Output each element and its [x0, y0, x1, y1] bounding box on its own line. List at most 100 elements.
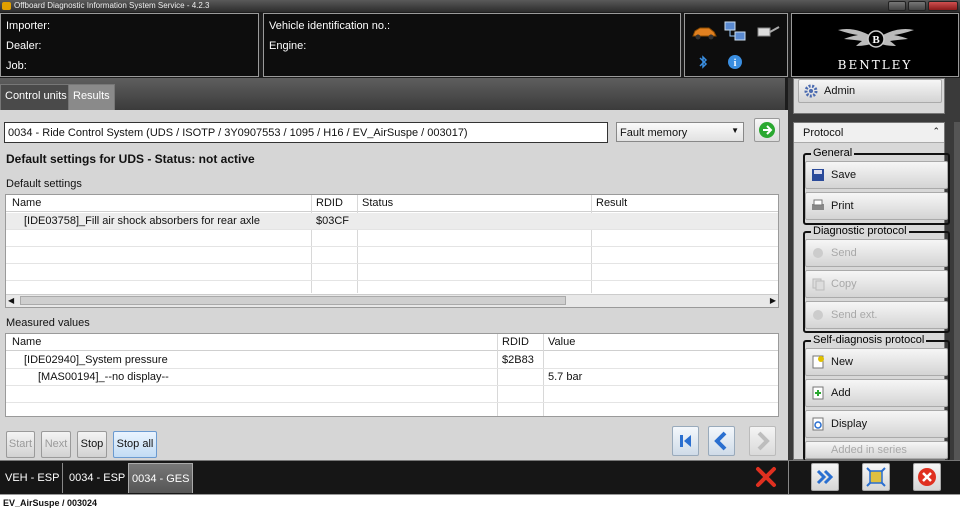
column-header-rdid: RDID	[316, 197, 343, 209]
print-label: Print	[831, 200, 854, 212]
control-unit-text: 0034 - Ride Control System (UDS / ISOTP …	[8, 127, 468, 139]
copy-button[interactable]: Copy	[805, 270, 948, 298]
new-document-icon	[812, 355, 824, 369]
tab-results[interactable]: Results	[68, 84, 115, 110]
protocol-header[interactable]: Protocol ⌃	[794, 123, 944, 143]
control-unit-field[interactable]: 0034 - Ride Control System (UDS / ISOTP …	[4, 122, 608, 143]
chevron-right-icon	[757, 431, 770, 451]
previous-button[interactable]	[708, 426, 735, 456]
default-settings-table: Name RDID Status Result [IDE03758]_Fill …	[5, 194, 779, 308]
svg-text:B: B	[872, 34, 880, 46]
arrow-right-icon	[759, 122, 775, 138]
connection-status-panel: i	[684, 13, 788, 77]
table-row[interactable]: [IDE02940]_System pressure $2B83	[6, 352, 778, 369]
window-close-button[interactable]	[928, 1, 958, 11]
display-button[interactable]: Display	[805, 410, 948, 438]
collapse-icon[interactable]: ⌃	[932, 126, 940, 137]
app-icon	[2, 2, 11, 10]
next-button[interactable]: Next	[41, 431, 71, 458]
save-button[interactable]: Save	[805, 161, 948, 189]
row-name: [IDE03758]_Fill air shock absorbers for …	[24, 215, 260, 227]
self-diagnosis-protocol-group: Self-diagnosis protocol New Add Display …	[803, 334, 950, 461]
results-panel: 0034 - Ride Control System (UDS / ISOTP …	[0, 110, 788, 460]
window-titlebar: Offboard Diagnostic Information System S…	[0, 0, 960, 12]
self-diag-group-title: Self-diagnosis protocol	[811, 334, 927, 346]
skip-first-icon	[680, 435, 691, 447]
chevron-down-icon: ▼	[731, 126, 739, 135]
importer-label: Importer:	[6, 20, 51, 32]
print-icon	[812, 199, 824, 210]
column-header-result: Result	[596, 197, 628, 209]
row-value: 5.7 bar	[548, 371, 583, 383]
bottom-tab-bar: VEH - ESP 0034 - ESP 0034 - GES	[0, 460, 960, 495]
status-bar: EV_AirSuspe / 003024	[0, 494, 960, 512]
admin-button[interactable]: Admin	[798, 79, 942, 103]
row-rdid: $2B83	[502, 354, 534, 366]
stop-button[interactable]: Stop	[77, 431, 107, 458]
display-icon	[812, 417, 824, 431]
diagnostic-plug-icon	[757, 26, 780, 37]
print-button[interactable]: Print	[805, 192, 948, 220]
right-side-panel: Admin Protocol ⌃ General Save Print Diag…	[788, 78, 960, 461]
close-session-icon[interactable]	[755, 466, 777, 488]
tab-0034-ges[interactable]: 0034 - GES	[128, 463, 194, 493]
table-header: Name RDID Status Result	[6, 195, 778, 212]
scrollbar-thumb[interactable]	[20, 296, 566, 305]
maximize-button[interactable]	[908, 1, 926, 11]
table-row[interactable]: [MAS00194]_--no display-- 5.7 bar	[6, 369, 778, 386]
vehicle-info-panel: Vehicle identification no.: Engine:	[263, 13, 681, 77]
tab-veh-esp[interactable]: VEH - ESP	[2, 463, 64, 493]
tab-0034-esp[interactable]: 0034 - ESP	[66, 463, 130, 493]
start-button[interactable]: Start	[6, 431, 35, 458]
display-label: Display	[831, 418, 868, 430]
send-icon	[813, 248, 823, 258]
mode-select-value: Fault memory	[620, 127, 688, 139]
forward-button[interactable]	[811, 463, 839, 491]
added-in-series-label: Added in series	[831, 444, 907, 456]
window-title: Offboard Diagnostic Information System S…	[14, 1, 210, 10]
column-header-status: Status	[362, 197, 394, 209]
new-button[interactable]: New	[805, 348, 948, 376]
save-icon	[812, 169, 824, 181]
add-button[interactable]: Add	[805, 379, 948, 407]
send-ext-button[interactable]: Send ext.	[805, 301, 948, 329]
minimize-button[interactable]	[888, 1, 906, 11]
exit-button[interactable]	[913, 463, 941, 491]
gear-icon	[804, 84, 818, 98]
default-settings-label: Default settings	[6, 178, 82, 190]
added-in-series-button[interactable]: Added in series	[805, 441, 948, 459]
row-name: [MAS00194]_--no display--	[38, 371, 169, 383]
network-computer-icon	[724, 21, 746, 41]
new-label: New	[831, 356, 854, 368]
fit-screen-button[interactable]	[862, 463, 890, 491]
brand-logo-panel: B BENTLEY	[791, 13, 959, 77]
next-page-button[interactable]	[749, 426, 776, 456]
tab-control-units[interactable]: Control units	[0, 84, 72, 110]
send-ext-icon	[813, 310, 823, 320]
horizontal-scrollbar[interactable]: ◀ ▶	[6, 294, 778, 307]
table-row[interactable]: [IDE03758]_Fill air shock absorbers for …	[6, 213, 778, 230]
send-label: Send	[831, 247, 857, 259]
first-page-button[interactable]	[672, 426, 699, 456]
table-header: Name RDID Value	[6, 334, 778, 351]
admin-section: Admin	[793, 78, 945, 114]
general-group-title: General	[811, 147, 855, 159]
scroll-right-icon[interactable]: ▶	[770, 296, 776, 305]
protocol-title: Protocol	[803, 127, 844, 139]
send-button[interactable]: Send	[805, 239, 948, 267]
measured-values-label: Measured values	[6, 317, 90, 329]
go-button[interactable]	[754, 118, 780, 142]
row-name: [IDE02940]_System pressure	[24, 354, 168, 366]
bluetooth-icon	[699, 55, 708, 69]
scroll-left-icon[interactable]: ◀	[8, 296, 14, 305]
stop-all-button[interactable]: Stop all	[113, 431, 157, 458]
copy-icon	[812, 278, 825, 291]
engine-label: Engine:	[269, 40, 307, 52]
send-ext-label: Send ext.	[831, 309, 878, 321]
general-group: General Save Print	[803, 147, 950, 225]
protocol-section: Protocol ⌃ General Save Print Diagnostic…	[793, 122, 950, 461]
exit-icon	[918, 468, 936, 486]
mode-select[interactable]: Fault memory ▼	[616, 122, 744, 142]
right-panel-scrollbar[interactable]	[954, 122, 960, 460]
main-tab-bar: Control units Results	[0, 78, 785, 110]
